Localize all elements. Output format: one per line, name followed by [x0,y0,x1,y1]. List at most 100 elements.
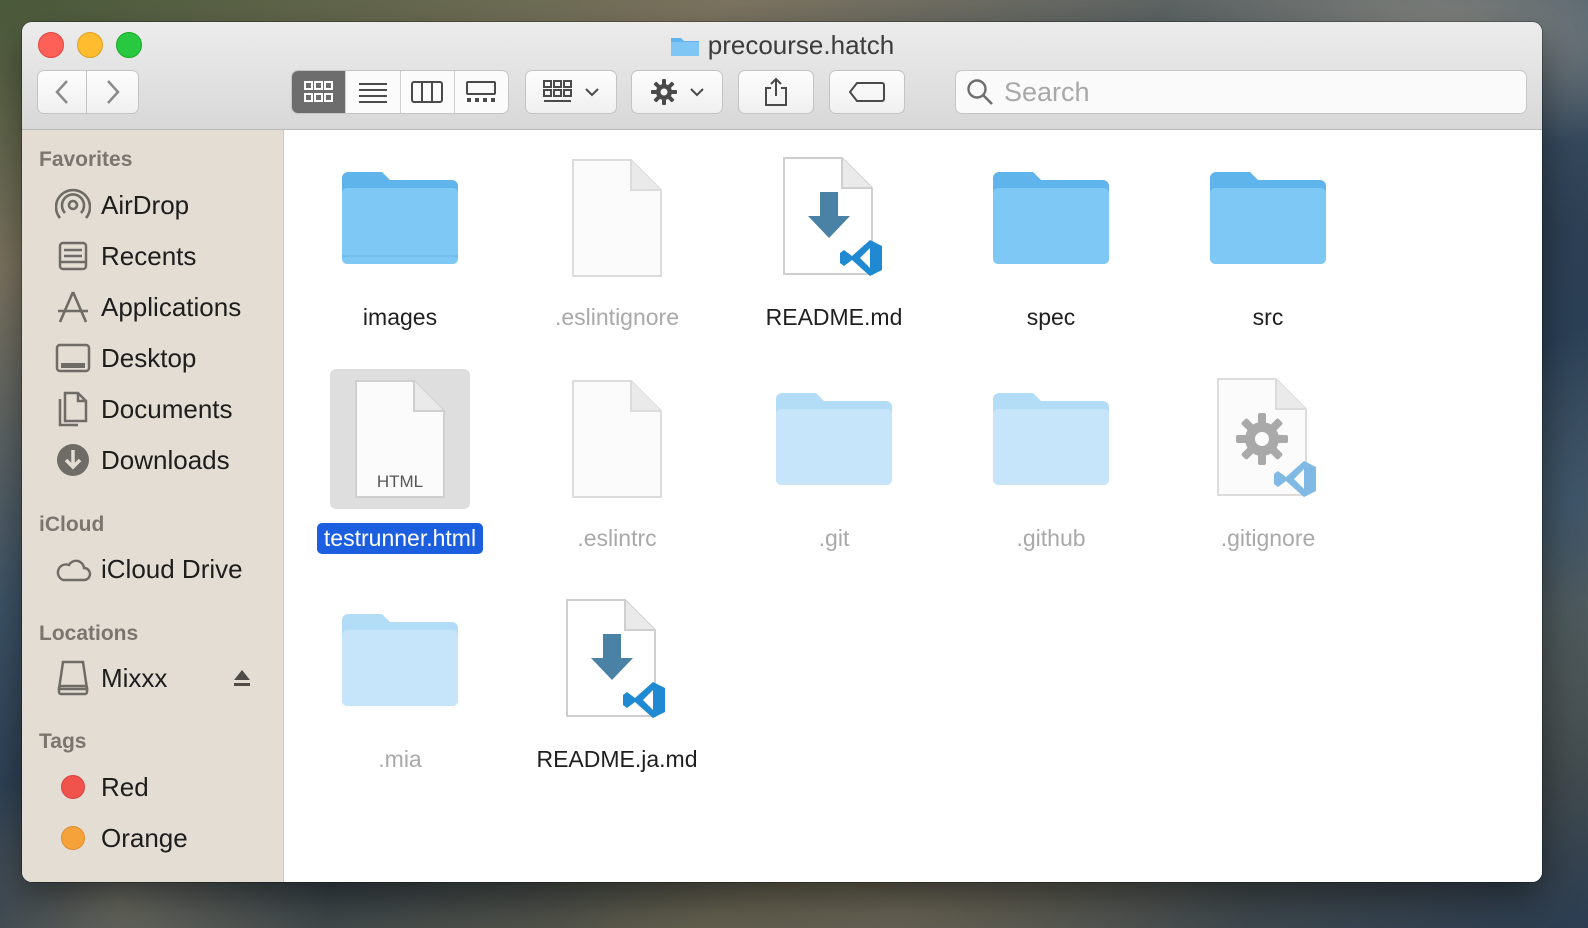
sidebar-item-label: Recents [101,240,197,271]
markdown-file-icon [547,590,687,730]
favorites-heading: Favorites [39,148,133,171]
sidebar-item-desktop[interactable]: Desktop [54,336,274,380]
finder-window: precourse.hatch Search Favorites AirDrop… [22,22,1542,882]
sidebar-item-label: Orange [101,822,188,853]
sidebar-item-tag-orange[interactable]: Orange [54,816,274,860]
sidebar-item-label: Downloads [101,444,230,475]
grid-icon [303,81,333,102]
file-name: .mia [378,746,422,772]
file-item[interactable]: src [1168,148,1368,333]
file-name: README.ja.md [536,746,698,772]
file-name: images [362,304,438,330]
locations-heading: Locations [39,622,139,645]
file-item[interactable]: .github [951,369,1151,554]
gear-icon [651,79,677,105]
file-item[interactable]: spec [951,148,1151,333]
eject-icon [234,670,250,686]
tags-heading: Tags [39,730,87,753]
folder-icon [330,590,470,730]
search-icon [967,79,993,105]
desktop-icon [54,339,92,377]
file-name: testrunner.html [316,523,484,554]
file-name: README.md [765,304,903,330]
file-item[interactable]: .mia [300,590,500,775]
share-button[interactable] [738,70,814,114]
search-field[interactable] [955,70,1527,114]
sidebar-item-tag-red[interactable]: Red [54,765,274,809]
orange-tag-dot [61,826,85,850]
sidebar: Favorites AirDrop Recents Applications D… [22,130,284,882]
back-button[interactable] [37,70,87,114]
share-icon [765,77,787,106]
window-title: precourse.hatch [22,30,1542,61]
document-icon [547,369,687,509]
file-item[interactable]: README.ja.md [517,590,717,775]
columns-icon [411,81,444,103]
file-item[interactable]: .gitignore [1168,369,1368,554]
file-name: .gitignore [1220,525,1316,551]
gallery-view-button[interactable] [455,71,508,113]
file-item[interactable]: README.md [734,148,934,333]
documents-icon [54,390,92,428]
file-item[interactable]: .eslintrc [517,369,717,554]
drive-icon [54,659,92,697]
edit-tags-button[interactable] [829,70,905,114]
file-name: spec [1026,304,1076,330]
sidebar-item-documents[interactable]: Documents [54,387,274,431]
list-icon [358,83,387,103]
file-name: src [1252,304,1284,330]
file-name: .eslintignore [554,304,680,330]
downloads-icon [54,441,92,479]
sidebar-item-recents[interactable]: Recents [54,234,274,278]
file-item[interactable]: .git [734,369,934,554]
file-grid: images .eslintignore README.md spec src … [284,130,1542,882]
group-by-button[interactable] [525,70,617,114]
sidebar-item-label: Mixxx [101,662,168,693]
sidebar-item-airdrop[interactable]: AirDrop [54,183,274,227]
list-view-button[interactable] [346,71,401,113]
folder-icon [981,369,1121,509]
chevron-right-icon [106,80,120,104]
icon-view-button[interactable] [292,71,347,113]
sidebar-item-applications[interactable]: Applications [54,285,274,329]
forward-button[interactable] [87,70,139,114]
eject-button[interactable] [232,668,252,693]
sidebar-item-label: Applications [101,291,242,322]
airdrop-icon [54,186,92,224]
sidebar-item-label: Desktop [101,342,197,373]
red-tag-dot [61,775,85,799]
gallery-icon [466,81,497,102]
toolbar: precourse.hatch [22,22,1542,130]
sidebar-item-label: Documents [101,393,233,424]
view-mode-control [291,70,509,114]
search-input[interactable] [1002,75,1506,109]
column-view-button[interactable] [401,71,455,113]
file-name: .eslintrc [577,525,657,551]
action-button[interactable] [631,70,723,114]
sidebar-item-label: Red [101,771,149,802]
file-name: .git [818,525,850,551]
chevron-down-icon [690,88,704,97]
cloud-icon [54,550,92,588]
recents-icon [54,237,92,275]
tag-icon [849,82,885,102]
file-item[interactable]: images [300,148,500,333]
folder-icon [330,148,470,288]
html-file-icon: HTML [330,369,470,509]
file-item[interactable]: .eslintignore [517,148,717,333]
markdown-file-icon [764,148,904,288]
html-badge: HTML [377,472,423,491]
applications-icon [54,288,92,326]
document-icon [547,148,687,288]
chevron-left-icon [55,80,68,104]
folder-icon [764,369,904,509]
file-name: .github [1016,525,1086,551]
config-file-icon [1198,369,1338,509]
sidebar-item-icloud-drive[interactable]: iCloud Drive [54,547,274,591]
file-item-selected[interactable]: HTML testrunner.html [300,369,500,554]
sidebar-item-label: AirDrop [101,189,190,220]
group-icon [543,80,572,102]
sidebar-item-downloads[interactable]: Downloads [54,438,274,482]
folder-icon [670,38,699,56]
chevron-down-icon [585,88,599,97]
